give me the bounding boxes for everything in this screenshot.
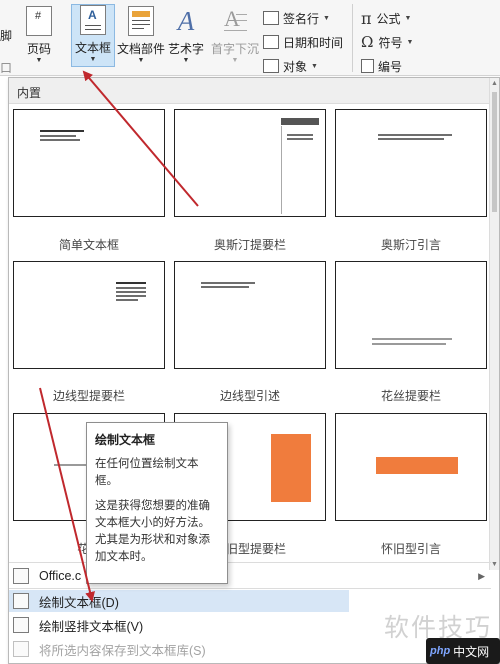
builtin-section-header: 内置	[9, 78, 491, 104]
object-icon	[263, 59, 279, 73]
footer-button[interactable]: 脚	[0, 26, 12, 44]
gallery-caption: 边线型引述	[219, 389, 280, 403]
number-icon	[361, 59, 374, 73]
menu-item-label: 绘制竖排文本框(V)	[39, 619, 144, 634]
number-button[interactable]: 编号	[361, 57, 402, 75]
scrollbar-thumb[interactable]	[492, 92, 497, 212]
office-icon	[13, 568, 29, 584]
menu-item-draw-textbox[interactable]: 绘制文本框(D)	[9, 590, 349, 612]
wordart-icon: A	[177, 6, 195, 36]
vertical-textbox-icon	[13, 617, 29, 633]
omega-icon: Ω	[361, 33, 374, 51]
textbox-icon: A	[80, 5, 106, 35]
gallery-item-retro-quote[interactable]	[335, 413, 487, 521]
chevron-down-icon: ▼	[89, 56, 97, 63]
tooltip-detail: 这是获得您想要的准确文本框大小的好方法。尤其是为形状和对象添加文本时。	[95, 500, 210, 563]
footer-label: 脚	[0, 28, 13, 43]
page-number-icon: #	[26, 6, 52, 36]
ribbon-left-edge: 口	[0, 60, 13, 75]
gallery-item-bordered-sidebar[interactable]	[13, 261, 165, 369]
php-logo: php	[430, 645, 451, 657]
quick-parts-icon	[128, 6, 154, 36]
symbol-label: 符号	[378, 35, 403, 50]
datetime-label: 日期和时间	[283, 35, 344, 50]
chevron-down-icon: ▼	[406, 38, 414, 46]
gallery-item-bordered-quote[interactable]	[174, 261, 326, 369]
site-name: 中文网	[453, 644, 490, 659]
gallery-caption: 怀旧型引言	[380, 542, 441, 556]
builtin-section-title: 内置	[17, 86, 42, 100]
gallery-caption: 奥斯汀提要栏	[213, 238, 286, 252]
object-label: 对象	[283, 59, 308, 74]
menu-separator	[9, 562, 491, 563]
equation-button[interactable]: π 公式 ▼	[361, 8, 412, 28]
save-selection-icon	[13, 641, 29, 657]
gallery-caption: 简单文本框	[58, 238, 119, 252]
menu-item-label: Office.c	[39, 569, 82, 583]
number-label: 编号	[378, 59, 403, 74]
pi-icon: π	[361, 8, 372, 28]
gallery-caption: 奥斯汀引言	[380, 238, 441, 252]
menu-item-label: 将所选内容保存到文本框库(S)	[39, 643, 206, 658]
tooltip-description: 在任何位置绘制文本框。	[95, 458, 199, 487]
quick-parts-button[interactable]: 文档部件 ▼	[117, 6, 165, 65]
gallery-item-filigree-sidebar[interactable]	[335, 261, 487, 369]
gallery-caption: 边线型提要栏	[52, 389, 125, 403]
quick-parts-label: 文档部件	[117, 42, 166, 56]
page-number-label: 页码	[26, 42, 51, 56]
signature-icon	[263, 11, 279, 25]
wordart-label: 艺术字	[168, 42, 205, 56]
chevron-down-icon: ▼	[182, 57, 190, 64]
chevron-down-icon: ▼	[404, 14, 412, 22]
menu-item-office-more[interactable]: Office.c ▶	[9, 565, 491, 587]
draw-textbox-tooltip: 绘制文本框 在任何位置绘制文本框。 这是获得您想要的准确文本框大小的好方法。尤其…	[86, 422, 228, 584]
menu-separator	[9, 588, 491, 589]
gallery-item-austin-sidebar[interactable]	[174, 109, 326, 217]
gallery-caption: 花丝提要栏	[380, 389, 441, 403]
gallery-item-simple-textbox[interactable]	[13, 109, 165, 217]
chevron-down-icon: ▼	[35, 57, 43, 64]
symbol-button[interactable]: Ω 符号 ▼	[361, 33, 413, 51]
equation-label: 公式	[376, 11, 401, 26]
ribbon-divider	[352, 4, 353, 72]
scroll-down-icon[interactable]: ▼	[491, 561, 498, 568]
signature-label: 签名行	[283, 11, 320, 26]
tooltip-title: 绘制文本框	[95, 433, 156, 447]
chevron-down-icon: ▼	[323, 14, 330, 22]
dropcap-label: 首字下沉	[211, 42, 260, 56]
chevron-down-icon: ▼	[137, 57, 145, 64]
gallery-item-austin-quote[interactable]	[335, 109, 487, 217]
textbox-gallery: 内置 ▲ ▼ 简单文本框 奥斯汀提要栏 奥斯汀引言 边线型提要栏 边线型引述 花…	[8, 77, 500, 664]
menu-item-label: 绘制文本框(D)	[39, 595, 119, 610]
chevron-down-icon: ▼	[231, 57, 239, 64]
scroll-up-icon[interactable]: ▲	[491, 80, 498, 87]
site-badge: php 中文网	[426, 638, 500, 664]
datetime-button[interactable]: 日期和时间	[263, 33, 343, 51]
signature-line-button[interactable]: 签名行 ▼	[263, 9, 330, 27]
chevron-right-icon: ▶	[478, 570, 485, 581]
chevron-down-icon: ▼	[311, 62, 318, 70]
textbox-label: 文本框	[75, 41, 112, 55]
calendar-icon	[263, 35, 279, 49]
draw-textbox-icon	[13, 593, 29, 609]
insert-ribbon: 脚 口 # 页码 ▼ A 文本框 ▼ 文档部件 ▼ A 艺术字 ▼ A 首字下沉…	[0, 0, 500, 76]
dropcap-icon: A	[222, 6, 248, 36]
dropcap-button[interactable]: A 首字下沉 ▼	[211, 6, 259, 65]
textbox-button[interactable]: A 文本框 ▼	[71, 4, 116, 67]
gallery-scrollbar[interactable]: ▲ ▼	[489, 78, 499, 570]
wordart-button[interactable]: A 艺术字 ▼	[168, 6, 204, 65]
object-button[interactable]: 对象 ▼	[263, 57, 318, 75]
page-number-button[interactable]: # 页码 ▼	[26, 6, 52, 65]
